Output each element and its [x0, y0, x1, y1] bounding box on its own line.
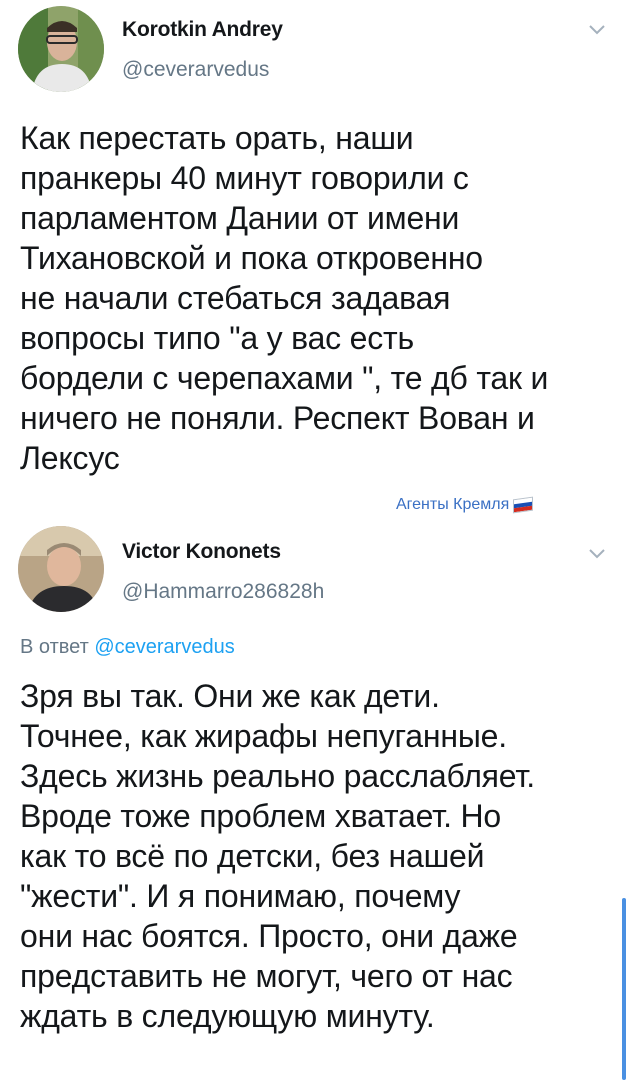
tweet-text: Как перестать орать, наши пранкеры 40 ми… — [20, 120, 549, 476]
russian-flag-icon — [513, 496, 534, 514]
reply-prefix: В ответ — [20, 636, 89, 658]
author-handle[interactable]: @Hammarro286828h — [122, 580, 324, 604]
author-handle[interactable]: @ceverarvedus — [122, 58, 269, 82]
reply-context: В ответ @ceverarvedus — [20, 636, 235, 659]
author-display-name[interactable]: Victor Kononets — [122, 540, 281, 564]
avatar-korotkin[interactable] — [18, 6, 104, 92]
tweet-korotkin: Korotkin Andrey @ceverarvedus Как перест… — [0, 0, 629, 520]
chevron-down-icon[interactable] — [587, 22, 607, 36]
watermark-label: Агенты Кремля — [396, 496, 510, 513]
avatar-kononets[interactable] — [18, 526, 104, 612]
watermark: Агенты Кремля — [396, 496, 534, 514]
reply-mention-link[interactable]: @ceverarvedus — [94, 636, 234, 658]
tweet-kononets: Victor Kononets @Hammarro286828h В ответ… — [0, 520, 629, 1080]
author-display-name[interactable]: Korotkin Andrey — [122, 18, 283, 42]
tweet-text: Зря вы так. Они же как дети. Точнее, как… — [20, 678, 535, 1034]
chevron-down-icon[interactable] — [587, 546, 607, 560]
scrollbar[interactable] — [622, 898, 626, 1080]
